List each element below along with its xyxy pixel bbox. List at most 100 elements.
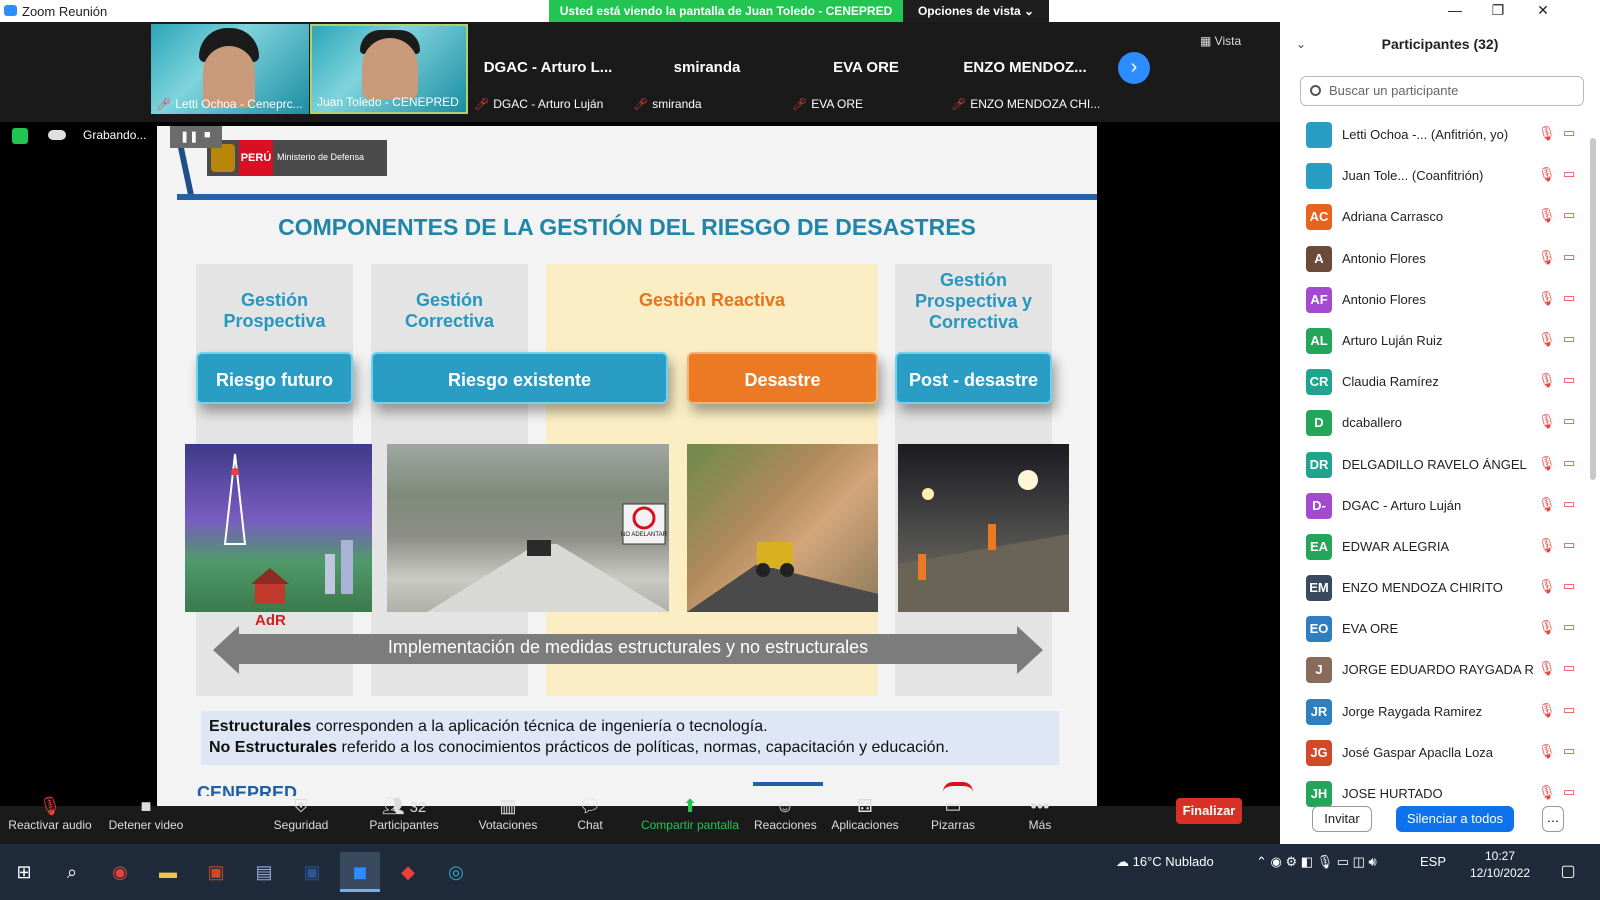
share-arrow-icon: ⬆ <box>682 796 698 816</box>
weather-widget[interactable]: ☁ 16°C Nublado <box>1116 854 1214 870</box>
participant-row[interactable]: JR Jorge Raygada Ramirez 🎙︎ ▭ <box>1280 691 1590 732</box>
windows-start-icon[interactable]: ⊞ <box>4 852 44 892</box>
chevron-down-icon[interactable]: ⌄ <box>1296 22 1306 66</box>
participants-button[interactable]: 👥︎ 32 Participantes <box>366 794 442 844</box>
zoom-taskbar-icon[interactable]: ◼ <box>340 852 380 892</box>
camera-off-icon: ▭ <box>1563 289 1576 305</box>
participant-row[interactable]: Juan Tole... (Coanfitrión) 🎙︎ ▭ <box>1280 155 1590 196</box>
participants-scrollbar[interactable] <box>1590 138 1596 480</box>
participant-row[interactable]: AF Antonio Flores 🎙︎ ▭ <box>1280 279 1590 320</box>
view-button[interactable]: ▦ Vista <box>1200 34 1241 48</box>
end-meeting-button[interactable]: Finalizar <box>1176 798 1242 824</box>
participant-search-input[interactable]: Buscar un participante <box>1300 76 1584 106</box>
word-icon[interactable]: ▣ <box>292 852 332 892</box>
view-options-button[interactable]: Opciones de vista ⌄ <box>903 0 1049 22</box>
mic-muted-icon: 🎙︎ <box>1538 125 1556 141</box>
avatar: EA <box>1306 533 1332 560</box>
file-explorer-icon[interactable]: ▬ <box>148 852 188 892</box>
unmute-button[interactable]: 🎙︎ Reactivar audio <box>8 794 92 844</box>
landslide-illustration <box>687 542 878 612</box>
mic-muted-icon: 🎙︎ <box>38 796 62 816</box>
video-tile-juan[interactable]: Juan Toledo - CENEPRED <box>310 24 468 114</box>
people-icon: 👥︎ 32 <box>381 796 427 816</box>
mic-muted-icon: 🎙︎ <box>1538 454 1556 471</box>
security-button[interactable]: ⛨ Seguridad <box>266 794 336 844</box>
avatar: J <box>1306 657 1332 684</box>
app-icon[interactable]: ◆ <box>388 852 428 892</box>
stop-video-button[interactable]: ■ Detener video <box>104 794 188 844</box>
chrome-icon[interactable]: ◉ <box>100 852 140 892</box>
tile-big-name: EVA ORE <box>833 59 899 76</box>
participant-row[interactable]: AL Arturo Luján Ruiz 🎙︎ ▭ <box>1280 320 1590 361</box>
tile-big-name: smiranda <box>673 59 741 76</box>
stop-icon[interactable]: ■ <box>204 129 211 141</box>
pause-icon[interactable]: ❚❚ <box>180 130 198 143</box>
apps-button[interactable]: ⚃ Aplicaciones <box>830 794 900 844</box>
webex-icon[interactable]: ◎ <box>436 852 476 892</box>
mic-muted-icon: 🎙︎ <box>1538 784 1556 800</box>
participant-row[interactable]: DR DELGADILLO RAVELO ÁNGEL 🎙︎ ▭ <box>1280 444 1590 485</box>
video-tile-dgac[interactable]: DGAC - Arturo L... 🎤︎ DGAC - Arturo Luján <box>469 24 627 114</box>
video-tile-smiranda[interactable]: smiranda 🎤︎ smiranda <box>628 24 786 114</box>
video-tile-eva[interactable]: EVA ORE 🎤︎ EVA ORE <box>787 24 945 114</box>
camera-off-icon: ▭ <box>1563 372 1576 388</box>
tunnel-road-illustration: NO ADELANTAR <box>427 503 669 612</box>
participant-row[interactable]: EM ENZO MENDOZA CHIRITO 🎙︎ ▭ <box>1280 567 1590 608</box>
photo-landslide <box>687 444 878 612</box>
participant-row[interactable]: D- DGAC - Arturo Luján 🎙︎ ▭ <box>1280 485 1590 526</box>
participant-name: Adriana Carrasco <box>1342 209 1444 225</box>
definition-nonstructural: No Estructurales referido a los conocimi… <box>209 739 949 756</box>
mute-all-button[interactable]: Silenciar a todos <box>1396 806 1514 832</box>
shield-icon: ⛨ <box>294 796 308 816</box>
video-tile-enzo[interactable]: ENZO MENDOZ... 🎤︎ ENZO MENDOZA CHI... <box>946 24 1104 114</box>
mic-muted-icon: 🎙︎ <box>1538 207 1556 224</box>
minimize-icon[interactable]: — <box>1445 2 1465 18</box>
more-options-button[interactable]: … <box>1542 806 1564 832</box>
reactions-button[interactable]: ☺ Reacciones <box>754 794 817 844</box>
invite-button[interactable]: Invitar <box>1312 806 1372 832</box>
next-page-button[interactable]: › <box>1118 52 1150 84</box>
language-indicator[interactable]: ESP <box>1420 854 1446 869</box>
avatar: AC <box>1306 204 1332 231</box>
search-icon[interactable]: ⌕ <box>52 852 92 892</box>
participant-name: JORGE EDUARDO RAYGADA RA... <box>1342 662 1534 678</box>
mic-muted-icon: 🎙︎ <box>1538 413 1556 430</box>
video-tile-letti[interactable]: 🎤︎ Letti Ochoa - Ceneprc... <box>151 24 309 114</box>
close-icon[interactable]: ✕ <box>1533 2 1553 19</box>
windows-taskbar: ⊞ ⌕ ◉ ▬ ▣ ▤ ▣ ◼ ◆ ◎ ☁ 16°C Nublado ⌃ ◉ ⚙… <box>0 844 1600 900</box>
avatar: JG <box>1306 739 1332 766</box>
mic-muted-icon: 🎙︎ <box>1538 660 1556 677</box>
participant-row[interactable]: Ddcaballero 🎙︎ ▭ <box>1280 402 1590 443</box>
more-button[interactable]: ••• Más <box>1020 794 1060 844</box>
polls-button[interactable]: ▥ Votaciones <box>476 794 540 844</box>
participant-row[interactable]: AC Adriana Carrasco 🎙︎ ▭ <box>1280 196 1590 237</box>
mic-muted-icon: 🎙︎ <box>1538 166 1556 183</box>
slide-title: COMPONENTES DE LA GESTIÓN DEL RIESGO DE … <box>278 214 976 240</box>
mic-muted-icon: 🎙︎ <box>1538 701 1556 718</box>
avatar: EM <box>1306 575 1332 602</box>
whiteboards-button[interactable]: ▭ Pizarras <box>928 794 978 844</box>
grid-icon: ▦ <box>1200 34 1215 48</box>
powerpoint-icon[interactable]: ▣ <box>196 852 236 892</box>
maximize-icon[interactable]: ❐ <box>1488 2 1508 19</box>
participant-row[interactable]: JG José Gaspar Apaclla Loza 🎙︎ ▭ <box>1280 732 1590 773</box>
mic-muted-icon: 🎙︎ <box>1538 248 1556 265</box>
clock[interactable]: 10:27 12/10/2022 <box>1470 848 1530 882</box>
participant-name: EDWAR ALEGRIA <box>1342 538 1450 554</box>
participant-row[interactable]: CR Claudia Ramírez 🎙︎ ▭ <box>1280 361 1590 402</box>
notepad-icon[interactable]: ▤ <box>244 852 284 892</box>
chat-button[interactable]: 💬︎ Chat <box>566 794 614 844</box>
participant-row[interactable]: EA EDWAR ALEGRIA 🎙︎ ▭ <box>1280 526 1590 567</box>
participant-row[interactable]: J JORGE EDUARDO RAYGADA RA... 🎙︎ ▭ <box>1280 649 1590 690</box>
participant-row[interactable]: EO EVA ORE 🎙︎ ▭ <box>1280 608 1590 649</box>
participant-name: Arturo Luján Ruiz <box>1342 332 1443 348</box>
pill-riesgo-existente: Riesgo existente <box>371 352 668 404</box>
share-screen-button[interactable]: ⬆ Compartir pantalla <box>640 794 740 844</box>
shared-slide: PERÚ Ministerio de Defensa COMPONENTES D… <box>157 126 1097 806</box>
participant-row[interactable]: A Antonio Flores 🎙︎ ▭ <box>1280 238 1590 279</box>
tray-icons[interactable]: ⌃ ◉ ⚙ ◧ 🎙︎ ▭ ◫ 🔊︎ <box>1256 854 1377 870</box>
participant-row[interactable]: Letti Ochoa -... (Anfitrión, yo) 🎙︎ ▭ <box>1280 114 1590 155</box>
notification-icon[interactable]: ▢ <box>1548 852 1588 892</box>
tile-big-name: DGAC - Arturo L... <box>483 59 613 76</box>
participant-name: José Gaspar Apaclla Loza <box>1342 744 1494 760</box>
